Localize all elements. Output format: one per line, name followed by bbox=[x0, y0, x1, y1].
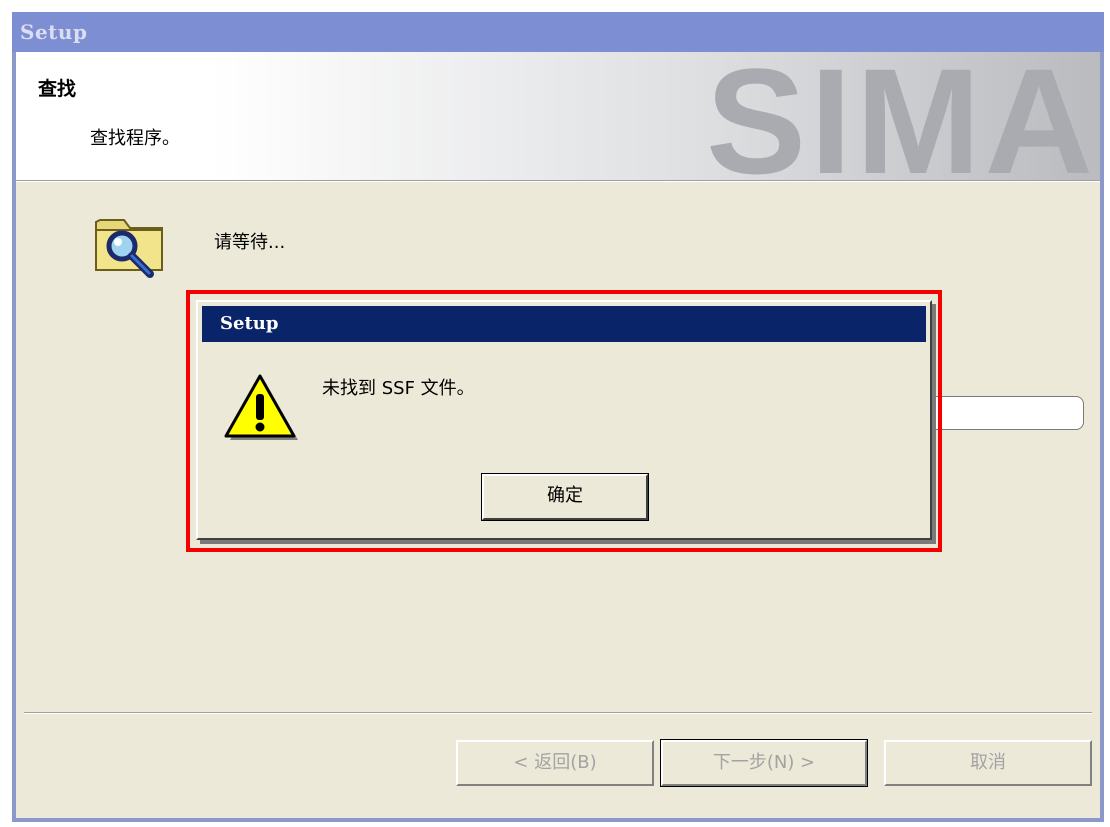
banner-divider-highlight bbox=[16, 181, 1100, 182]
wizard-banner: SIMA 查找 查找程序。 bbox=[16, 52, 1100, 180]
cancel-button[interactable]: 取消 bbox=[884, 740, 1092, 786]
next-button[interactable]: 下一步(N) > bbox=[660, 739, 868, 787]
banner-subtitle: 查找程序。 bbox=[90, 128, 180, 149]
dialog-message: 未找到 SSF 文件。 bbox=[322, 378, 475, 399]
status-text: 请等待... bbox=[214, 232, 286, 253]
banner-watermark: SIMA bbox=[706, 52, 1097, 180]
back-button[interactable]: < 返回(B) bbox=[456, 740, 654, 786]
error-dialog: Setup 未找到 SSF 文件。 确定 bbox=[196, 300, 932, 540]
dialog-title-bar[interactable]: Setup bbox=[202, 306, 926, 342]
folder-search-icon bbox=[95, 219, 163, 278]
warning-icon bbox=[224, 374, 298, 440]
footer-divider-highlight bbox=[24, 713, 1092, 714]
window-title-bar[interactable]: Setup bbox=[12, 12, 1104, 52]
banner-heading: 查找 bbox=[38, 78, 77, 100]
dialog-title: Setup bbox=[220, 313, 279, 334]
progress-bar bbox=[926, 396, 1084, 430]
ok-button[interactable]: 确定 bbox=[481, 473, 649, 521]
window-title: Setup bbox=[20, 20, 88, 44]
